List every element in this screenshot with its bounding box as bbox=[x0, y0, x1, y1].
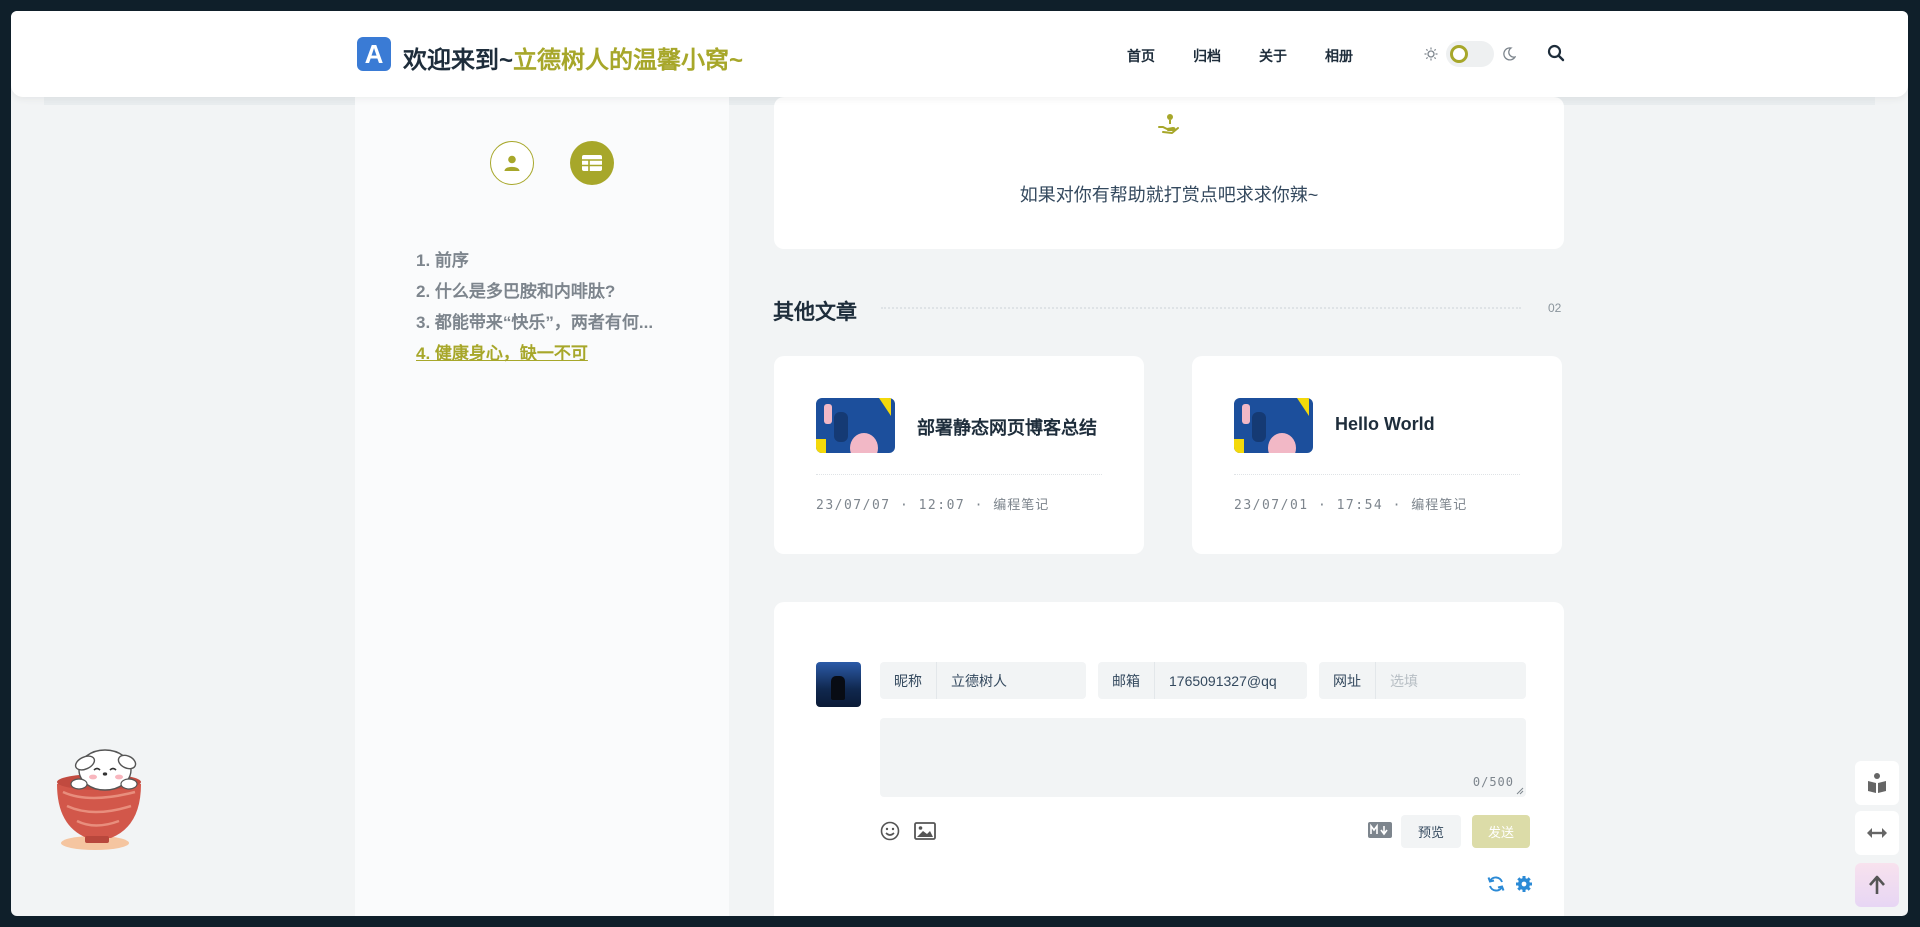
article-card[interactable]: Hello World 23/07/01 · 17:54 · 编程笔记 bbox=[1192, 356, 1562, 554]
nav-archive[interactable]: 归档 bbox=[1193, 46, 1221, 66]
send-button[interactable]: 发送 bbox=[1472, 815, 1530, 848]
moon-icon bbox=[1503, 47, 1516, 61]
article-time: 12:07 bbox=[918, 498, 966, 513]
article-divider bbox=[816, 474, 1102, 475]
mascot-dog-in-bowl[interactable] bbox=[49, 746, 149, 861]
back-to-top-button[interactable] bbox=[1855, 863, 1899, 907]
site-title[interactable]: 欢迎来到~立德树人的温馨小窝~ bbox=[403, 40, 743, 75]
nickname-field[interactable]: 昵称 立德树人 bbox=[880, 662, 1086, 699]
article-card[interactable]: 部署静态网页博客总结 23/07/07 · 12:07 · 编程笔记 bbox=[774, 356, 1144, 554]
comment-footer-icons bbox=[1487, 875, 1533, 893]
article-time: 17:54 bbox=[1336, 498, 1384, 513]
page-frame: A 欢迎来到~立德树人的温馨小窝~ 首页 归档 关于 相册 1. 前序 2. 什… bbox=[11, 11, 1908, 916]
toc-item[interactable]: 2. 什么是多巴胺和内啡肽? bbox=[416, 276, 686, 307]
comment-toolbar bbox=[880, 821, 936, 841]
theme-switcher bbox=[1424, 41, 1516, 67]
toggle-knob bbox=[1450, 45, 1468, 63]
reading-mode-button[interactable] bbox=[1855, 761, 1899, 805]
email-label: 邮箱 bbox=[1098, 662, 1155, 699]
author-tab-button[interactable] bbox=[490, 141, 534, 185]
table-of-contents: 1. 前序 2. 什么是多巴胺和内啡肽? 3. 都能带来“快乐”，两者有何...… bbox=[416, 245, 686, 369]
book-reader-icon bbox=[1868, 773, 1886, 793]
article-category[interactable]: 编程笔记 bbox=[1411, 497, 1467, 512]
preview-button[interactable]: 预览 bbox=[1401, 815, 1461, 848]
image-upload-icon[interactable] bbox=[914, 821, 936, 841]
article-meta: 23/07/01 · 17:54 · 编程笔记 bbox=[1234, 497, 1468, 513]
nickname-label: 昵称 bbox=[880, 662, 937, 699]
reward-card: 如果对你有帮助就打赏点吧求求你辣~ bbox=[774, 97, 1564, 249]
article-title[interactable]: Hello World bbox=[1335, 414, 1435, 435]
url-input[interactable]: 选填 bbox=[1376, 671, 1432, 691]
article-title[interactable]: 部署静态网页博客总结 bbox=[917, 414, 1097, 440]
emoji-icon[interactable] bbox=[880, 821, 900, 841]
toc-tab-button[interactable] bbox=[570, 141, 614, 185]
search-icon[interactable] bbox=[1547, 44, 1565, 67]
article-date: 23/07/01 bbox=[1234, 498, 1309, 513]
url-field[interactable]: 网址 选填 bbox=[1319, 662, 1526, 699]
article-thumbnail bbox=[816, 398, 895, 453]
email-field[interactable]: 邮箱 1765091327@qq bbox=[1098, 662, 1307, 699]
nav-about[interactable]: 关于 bbox=[1259, 46, 1287, 66]
article-date: 23/07/07 bbox=[816, 498, 891, 513]
site-title-accent: 立德树人的温馨小窝~ bbox=[513, 47, 744, 74]
settings-gear-icon[interactable] bbox=[1515, 875, 1533, 893]
other-articles-divider bbox=[881, 307, 1521, 309]
arrow-up-icon bbox=[1869, 875, 1885, 894]
donate-hand-icon[interactable] bbox=[1158, 113, 1180, 140]
refresh-icon[interactable] bbox=[1487, 875, 1505, 893]
reward-message: 如果对你有帮助就打赏点吧求求你辣~ bbox=[1019, 185, 1319, 205]
other-articles-count: 02 bbox=[1548, 301, 1562, 315]
article-category[interactable]: 编程笔记 bbox=[993, 497, 1049, 512]
comment-textarea[interactable]: 0/500 bbox=[880, 718, 1526, 797]
logo-icon[interactable]: A bbox=[357, 37, 391, 71]
nav-album[interactable]: 相册 bbox=[1325, 46, 1353, 66]
nav-home[interactable]: 首页 bbox=[1127, 46, 1155, 66]
theme-toggle[interactable] bbox=[1446, 41, 1494, 67]
resize-handle-icon[interactable] bbox=[1516, 787, 1524, 795]
top-header: A 欢迎来到~立德树人的温馨小窝~ 首页 归档 关于 相册 bbox=[11, 11, 1908, 97]
nickname-input[interactable]: 立德树人 bbox=[937, 671, 1021, 691]
article-meta: 23/07/07 · 12:07 · 编程笔记 bbox=[816, 497, 1050, 513]
email-input[interactable]: 1765091327@qq bbox=[1155, 673, 1291, 689]
char-counter: 0/500 bbox=[1472, 775, 1514, 789]
article-thumbnail bbox=[1234, 398, 1313, 453]
sidebar: 1. 前序 2. 什么是多巴胺和内啡肽? 3. 都能带来“快乐”，两者有何...… bbox=[355, 97, 729, 916]
markdown-icon[interactable] bbox=[1368, 822, 1392, 843]
other-articles-title: 其他文章 bbox=[773, 301, 857, 324]
logo-letter: A bbox=[364, 38, 384, 69]
toc-item[interactable]: 3. 都能带来“快乐”，两者有何... bbox=[416, 307, 686, 338]
commenter-avatar bbox=[816, 662, 861, 707]
article-divider bbox=[1234, 474, 1520, 475]
comment-panel: 昵称 立德树人 邮箱 1765091327@qq 网址 选填 0/500 预览 … bbox=[774, 602, 1564, 916]
site-title-prefix: 欢迎来到~ bbox=[403, 47, 514, 74]
arrows-horizontal-icon bbox=[1867, 828, 1887, 838]
toggle-width-button[interactable] bbox=[1855, 811, 1899, 855]
main-nav: 首页 归档 关于 相册 bbox=[1127, 46, 1353, 66]
toc-item[interactable]: 1. 前序 bbox=[416, 245, 686, 276]
sun-icon bbox=[1424, 47, 1438, 61]
table-icon bbox=[582, 155, 602, 171]
url-label: 网址 bbox=[1319, 662, 1376, 699]
user-icon bbox=[504, 155, 520, 171]
toc-item-active[interactable]: 4. 健康身心，缺一不可 bbox=[416, 338, 686, 369]
